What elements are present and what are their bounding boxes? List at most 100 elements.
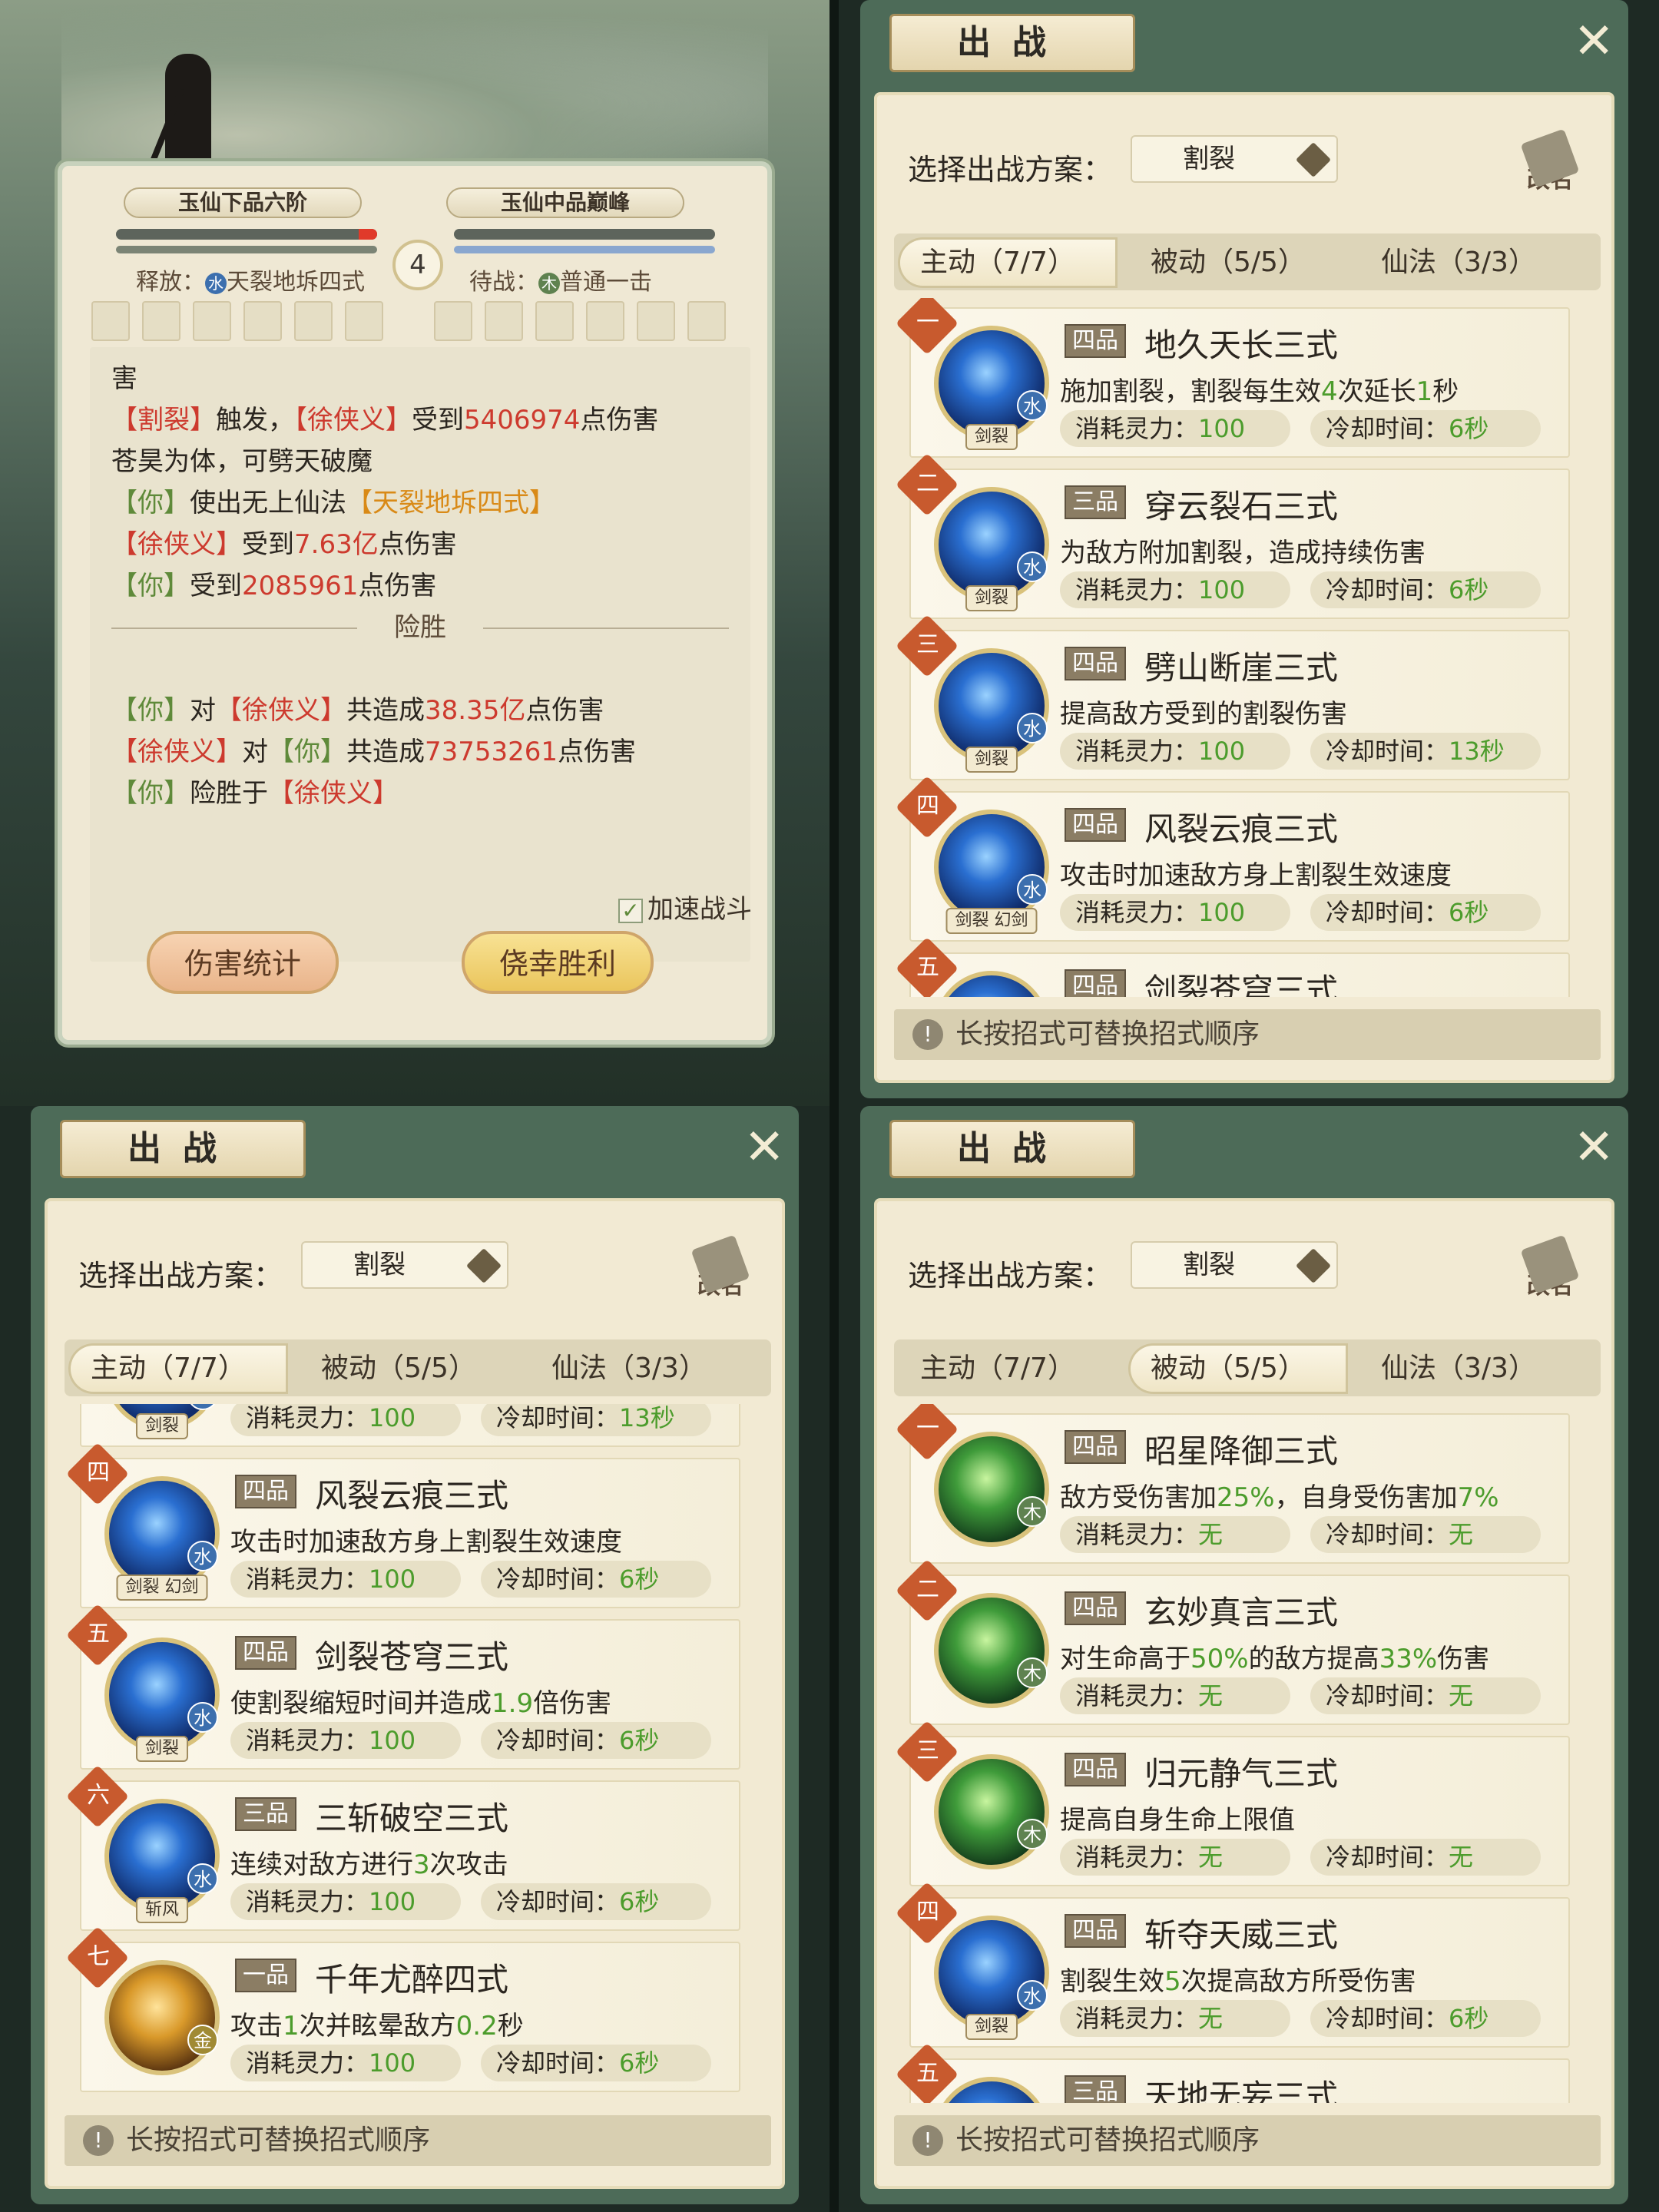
skill-cost: 消耗灵力：无 [1060, 1516, 1290, 1553]
rank-number: 六 [87, 1782, 110, 1809]
log-fragment: 苍昊为体，可劈天破魔 [111, 446, 373, 477]
skill-list[interactable]: 一木四品 昭星降御三式 敌方受伤害加25%，自身受伤害加7% 消耗灵力：无 冷却时间：无… [894, 1404, 1601, 2103]
skill-list[interactable]: 一水剑裂 四品 地久天长三式 施加割裂，割裂每生效4次延长1秒 消耗灵力：100 冷却时间… [894, 298, 1601, 997]
close-icon[interactable]: ✕ [1573, 17, 1614, 66]
cd-label: 冷却时间： [496, 2048, 620, 2078]
skill-name: 斩夺天威三式 [1144, 1916, 1339, 1954]
speed-battle-toggle[interactable]: ✓ 加速战斗 [618, 888, 752, 926]
enemy-rank: 玉仙中品巅峰 [446, 187, 684, 218]
skill-card[interactable]: 一木四品 昭星降御三式 敌方受伤害加25%，自身受伤害加7% 消耗灵力：无 冷却时间：无 [895, 1404, 1570, 1564]
skill-name: 劈山断崖三式 [1144, 649, 1339, 687]
element-icon: 水 [1017, 874, 1048, 905]
skill-cooldown: 冷却时间：6秒 [1310, 2000, 1541, 2037]
rename-button[interactable]: 改名 [682, 1237, 759, 1306]
plan-select[interactable]: 割裂 [1131, 1241, 1338, 1289]
wait-info: 待战：木普通一击 [469, 263, 652, 296]
tab-active[interactable]: 主动（7/7） [900, 1346, 1115, 1392]
skill-name: 三斩破空三式 [315, 1800, 509, 1837]
speed-label: 加速战斗 [647, 894, 752, 925]
battle-log[interactable]: 害【割裂】触发，【徐侠义】受到5406974点伤害 苍昊为体，可劈天破魔 【你】使… [90, 347, 750, 962]
tab-magic[interactable]: 仙法（3/3） [1361, 1346, 1576, 1392]
cd-label: 冷却时间： [1326, 737, 1449, 766]
skill-grade: 三品 [1065, 485, 1126, 519]
skill-card[interactable]: 五三品 天地无妄三式 [895, 2042, 1570, 2103]
tab-passive[interactable]: 被动（5/5） [1131, 240, 1346, 286]
skill-card[interactable]: 四水剑裂 幻剑 四品 风裂云痕三式 攻击时加速敌方身上割裂生效速度 消耗灵力：100 冷却… [65, 1442, 740, 1608]
skill-desc: 施加割裂，割裂每生效4次延长1秒 [1060, 376, 1459, 407]
victory-button[interactable]: 侥幸胜利 [462, 931, 654, 994]
skill-card[interactable]: 水剑裂提高敌方受到的割裂伤害消耗灵力：100冷却时间：13秒 [80, 1404, 740, 1447]
skill-list[interactable]: 水剑裂提高敌方受到的割裂伤害消耗灵力：100冷却时间：13秒四水剑裂 幻剑四品风… [65, 1404, 771, 2103]
deploy-title: 出战 [889, 1120, 1135, 1178]
rank-number: 五 [916, 2060, 939, 2087]
cd-value: 6秒 [1449, 2004, 1489, 2033]
skill-cost: 消耗灵力：100 [230, 1722, 461, 1759]
skill-tabs: 主动（7/7） 被动（5/5） 仙法（3/3） [65, 1339, 771, 1396]
tab-passive[interactable]: 被动（5/5） [1131, 1346, 1346, 1392]
tab-magic[interactable]: 仙法（3/3） [1361, 240, 1576, 286]
cd-value: 13秒 [619, 1404, 675, 1432]
skill-grade: 四品 [1065, 969, 1126, 997]
rename-button[interactable]: 改名 [1512, 1237, 1588, 1306]
skill-card[interactable]: 一水剑裂 四品 地久天长三式 施加割裂，割裂每生效4次延长1秒 消耗灵力：100 冷却时间… [895, 298, 1570, 458]
skill-card[interactable]: 四水剑裂 四品 斩夺天威三式 割裂生效5次提高敌方所受伤害 消耗灵力：无 冷却时间：6秒 [895, 1881, 1570, 2048]
skill-card[interactable]: 三水剑裂 四品 劈山断崖三式 提高敌方受到的割裂伤害 消耗灵力：100 冷却时间：13秒 [895, 614, 1570, 780]
close-icon[interactable]: ✕ [743, 1123, 785, 1172]
element-icon: 木 [1017, 1496, 1048, 1527]
rank-number: 四 [916, 793, 939, 820]
skill-icon: 水剑裂 [104, 1404, 220, 1439]
rank-number: 四 [916, 1899, 939, 1926]
cost-value: 100 [1198, 575, 1246, 604]
release-info: 释放：水天裂地坼四式 [136, 263, 365, 296]
cd-label: 冷却时间： [1326, 1681, 1449, 1710]
cd-value: 13秒 [1449, 737, 1505, 766]
chevron-down-icon [1295, 141, 1332, 178]
tab-magic[interactable]: 仙法（3/3） [531, 1346, 747, 1392]
element-icon: 水 [187, 1702, 218, 1733]
skill-name: 归元静气三式 [1144, 1755, 1339, 1793]
plan-select[interactable]: 割裂 [301, 1241, 508, 1289]
skill-icon: 水剑裂 [934, 1916, 1049, 2040]
wait-label: 待战： [469, 269, 538, 296]
rank-number: 七 [87, 1943, 110, 1970]
skill-grade: 四品 [1065, 808, 1126, 842]
skill-desc: 敌方受伤害加25%，自身受伤害加7% [1060, 1482, 1499, 1513]
cd-value: 无 [1449, 1843, 1474, 1872]
tab-active[interactable]: 主动（7/7） [900, 240, 1115, 286]
skill-card[interactable]: 五水剑裂 四品 剑裂苍穹三式 使割裂缩短时间并造成1.9倍伤害 消耗灵力：100 冷却时间… [65, 1603, 740, 1770]
cd-label: 冷却时间： [496, 1565, 620, 1594]
skill-card[interactable]: 三木四品 归元静气三式 提高自身生命上限值 消耗灵力：无 冷却时间：无 [895, 1720, 1570, 1886]
skill-grade: 四品 [1065, 1753, 1126, 1786]
skill-icon: 木 [934, 1432, 1049, 1547]
plan-select[interactable]: 割裂 [1131, 135, 1338, 183]
rank-number: 二 [916, 470, 939, 497]
skill-card[interactable]: 四水剑裂 幻剑 四品 风裂云痕三式 攻击时加速敌方身上割裂生效速度 消耗灵力：100 冷却… [895, 775, 1570, 942]
skill-icon: 水剑裂 幻剑 [104, 1476, 220, 1601]
tab-passive[interactable]: 被动（5/5） [301, 1346, 516, 1392]
plan-label: 选择出战方案： [908, 153, 1113, 187]
skill-card[interactable]: 六水斩风 三品 三斩破空三式 连续对敌方进行3次攻击 消耗灵力：100 冷却时间：6秒 [65, 1764, 740, 1931]
log-fragment: 点伤害 [358, 571, 437, 601]
skill-icon: 水剑裂 [104, 1637, 220, 1762]
cd-value: 6秒 [1449, 898, 1489, 927]
skill-desc: 使割裂缩短时间并造成1.9倍伤害 [230, 1688, 612, 1719]
log-fragment: 点伤害 [378, 529, 457, 560]
skill-cooldown: 冷却时间：无 [1310, 1516, 1541, 1553]
cd-value: 6秒 [619, 1726, 660, 1755]
rename-button[interactable]: 改名 [1512, 131, 1588, 200]
skill-icon: 水剑裂 幻剑 [934, 810, 1049, 934]
close-icon[interactable]: ✕ [1573, 1123, 1614, 1172]
skill-cost: 消耗灵力：无 [1060, 1839, 1290, 1876]
damage-stats-button[interactable]: 伤害统计 [147, 931, 339, 994]
skill-card[interactable]: 二水剑裂 三品 穿云裂石三式 为敌方附加割裂，造成持续伤害 消耗灵力：100 冷却时间：6… [895, 452, 1570, 619]
skill-cooldown: 冷却时间：无 [1310, 1839, 1541, 1876]
tab-active[interactable]: 主动（7/7） [71, 1346, 286, 1392]
skill-cost: 消耗灵力：无 [1060, 1677, 1290, 1714]
log-fragment: 38.35亿 [425, 695, 526, 726]
skill-card[interactable]: 二木四品 玄妙真言三式 对生命高于50%的敌方提高33%伤害 消耗灵力：无 冷却时间：无 [895, 1558, 1570, 1725]
skill-card[interactable]: 七金 一品 千年尤醉四式 攻击1次并眩晕敌方0.2秒 消耗灵力：100 冷却时间：6秒 [65, 1926, 740, 2092]
skill-desc: 对生命高于50%的敌方提高33%伤害 [1060, 1644, 1490, 1674]
deploy-body: 选择出战方案： 割裂 改名 主动（7/7） 被动（5/5） 仙法（3/3）一木四品 昭星降御… [874, 1198, 1614, 2189]
skill-card[interactable]: 五水剑裂四品剑裂苍穹三式 [895, 936, 1570, 997]
cost-value: 100 [1198, 414, 1246, 443]
